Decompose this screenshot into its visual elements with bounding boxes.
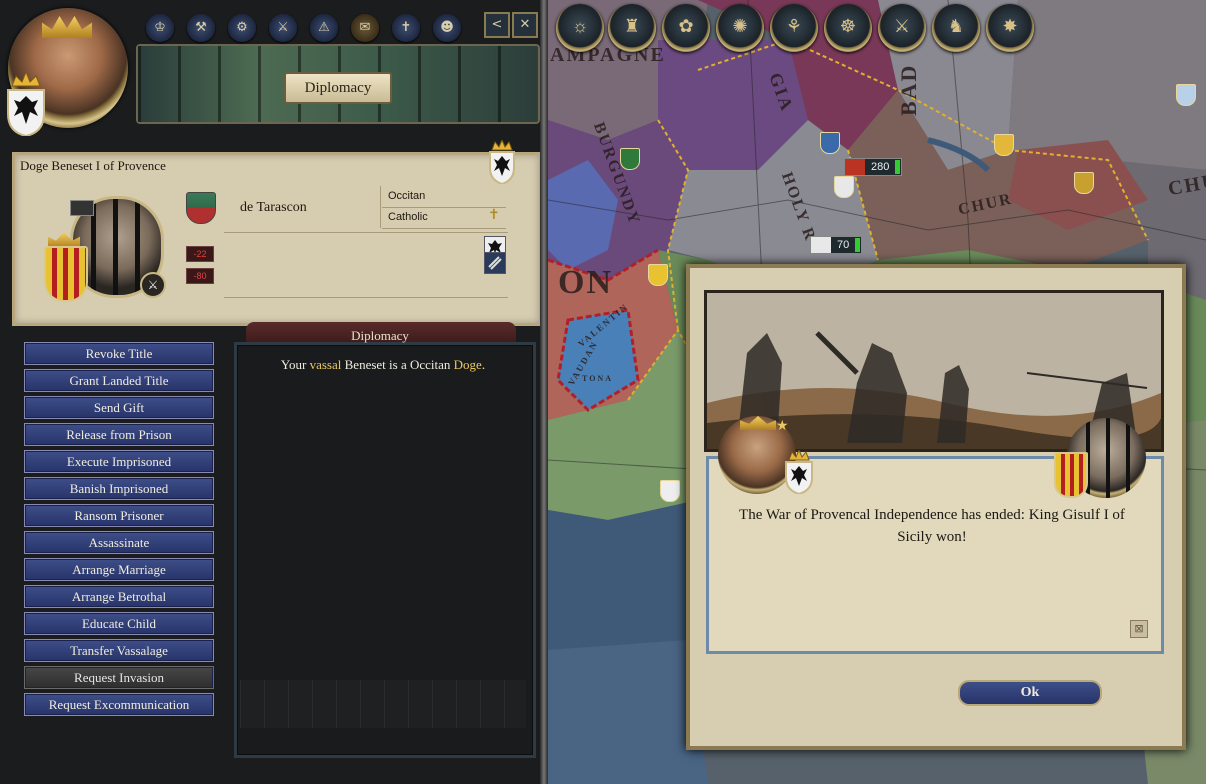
claim-icon[interactable] bbox=[484, 252, 506, 274]
star-icon: ★ bbox=[776, 418, 789, 434]
dynasty-crest-icon[interactable] bbox=[186, 192, 216, 224]
army-flag-icon bbox=[811, 237, 831, 253]
vassal-coat-of-arms-icon[interactable] bbox=[44, 246, 88, 302]
detail-description: Your vassal Beneset is a Occitan Doge. bbox=[280, 357, 486, 372]
doge-link[interactable]: Doge bbox=[454, 357, 482, 372]
arrange-marriage-button[interactable]: Arrange Marriage bbox=[24, 558, 214, 581]
intrigue-tab[interactable]: ⚠ bbox=[310, 14, 338, 42]
dismiss-corner-icon[interactable]: ⊠ bbox=[1130, 620, 1148, 638]
detail-title: Diplomacy bbox=[351, 328, 409, 343]
army-strength-bar bbox=[855, 238, 861, 252]
army-flag-icon bbox=[845, 159, 865, 175]
holding-shield-icon[interactable] bbox=[648, 264, 668, 286]
religion-label[interactable]: Catholic bbox=[388, 211, 428, 223]
ok-button[interactable]: Ok bbox=[958, 680, 1102, 706]
map-mode-icon[interactable]: ✿ bbox=[662, 4, 710, 52]
panel-divider bbox=[540, 0, 548, 784]
culture-label[interactable]: Occitan bbox=[388, 190, 425, 202]
character-traits-area bbox=[224, 232, 508, 298]
religion-tab[interactable]: ✝ bbox=[392, 14, 420, 42]
opinion-badge[interactable]: -80 bbox=[186, 268, 214, 284]
execute-imprisoned-button[interactable]: Execute Imprisoned bbox=[24, 450, 214, 473]
map-mode-icon[interactable]: ⚘ bbox=[770, 4, 818, 52]
winner-coat-of-arms-icon[interactable] bbox=[784, 448, 814, 496]
realm-tab[interactable]: ♔ bbox=[146, 14, 174, 42]
loser-coat-of-arms-icon[interactable] bbox=[1054, 452, 1088, 498]
request-excommunication-button[interactable]: Request Excommunication bbox=[24, 693, 214, 716]
holding-shield-icon[interactable] bbox=[1176, 84, 1196, 106]
crossed-swords-icon: ⚔ bbox=[140, 272, 166, 298]
holding-shield-icon[interactable] bbox=[620, 148, 640, 170]
dynasty-name: de Tarascon bbox=[240, 200, 307, 215]
map-label-tona: TONA bbox=[582, 374, 613, 383]
army-strength-bar bbox=[895, 160, 901, 174]
event-message: The War of Provencal Independence has en… bbox=[739, 507, 1125, 545]
law-tab[interactable]: ⚒ bbox=[187, 14, 215, 42]
back-button[interactable]: < bbox=[484, 12, 510, 38]
revoke-title-button[interactable]: Revoke Title bbox=[24, 342, 214, 365]
prison-icon bbox=[70, 200, 94, 216]
player-coat-of-arms-icon[interactable] bbox=[6, 70, 46, 138]
map-mode-icon[interactable]: ♞ bbox=[932, 4, 980, 52]
army-unit[interactable]: 70 bbox=[810, 236, 863, 254]
liege-coat-of-arms-icon[interactable] bbox=[488, 138, 516, 186]
transfer-vassalage-button[interactable]: Transfer Vassalage bbox=[24, 639, 214, 662]
request-invasion-button[interactable]: Request Invasion bbox=[24, 666, 214, 689]
holding-shield-icon[interactable] bbox=[834, 176, 854, 198]
grant-landed-title-button[interactable]: Grant Landed Title bbox=[24, 369, 214, 392]
panel-title: Diplomacy bbox=[284, 72, 392, 104]
religion-cross-icon: ✝ bbox=[488, 207, 500, 223]
army-unit[interactable]: 280 bbox=[844, 158, 903, 176]
military-tab[interactable]: ⚔ bbox=[269, 14, 297, 42]
holding-shield-icon[interactable] bbox=[660, 480, 680, 502]
map-mode-icon[interactable]: ✺ bbox=[716, 4, 764, 52]
holding-shield-icon[interactable] bbox=[994, 134, 1014, 156]
banish-imprisoned-button[interactable]: Banish Imprisoned bbox=[24, 477, 214, 500]
opinion-badge[interactable]: -22 bbox=[186, 246, 214, 262]
diplomacy-tab[interactable]: ✉ bbox=[351, 14, 379, 42]
army-size: 70 bbox=[837, 239, 850, 251]
map-label-region: ON bbox=[558, 264, 613, 301]
map-mode-icon[interactable]: ⚔ bbox=[878, 4, 926, 52]
map-mode-icon[interactable]: ☼ bbox=[556, 4, 604, 52]
detail-footer-slots bbox=[240, 680, 526, 728]
map-mode-icon[interactable]: ♜ bbox=[608, 4, 656, 52]
educate-child-button[interactable]: Educate Child bbox=[24, 612, 214, 635]
arrange-betrothal-button[interactable]: Arrange Betrothal bbox=[24, 585, 214, 608]
map-mode-icon[interactable]: ✸ bbox=[986, 4, 1034, 52]
map-mode-icon[interactable]: ☸ bbox=[824, 4, 872, 52]
send-gift-button[interactable]: Send Gift bbox=[24, 396, 214, 419]
technology-tab[interactable]: ⚙ bbox=[228, 14, 256, 42]
map-label-baden: BAD bbox=[896, 63, 921, 116]
holding-shield-icon[interactable] bbox=[820, 132, 840, 154]
character-name: Doge Beneset I of Provence bbox=[20, 158, 166, 173]
close-button[interactable]: ✕ bbox=[512, 12, 538, 38]
character-finder-tab[interactable]: ☻ bbox=[433, 14, 461, 42]
army-size: 280 bbox=[871, 161, 890, 173]
release-from-prison-button[interactable]: Release from Prison bbox=[24, 423, 214, 446]
assassinate-button[interactable]: Assassinate bbox=[24, 531, 214, 554]
ransom-prisoner-button[interactable]: Ransom Prisoner bbox=[24, 504, 214, 527]
holding-shield-icon[interactable] bbox=[1074, 172, 1094, 194]
vassal-link[interactable]: vassal bbox=[310, 357, 342, 372]
